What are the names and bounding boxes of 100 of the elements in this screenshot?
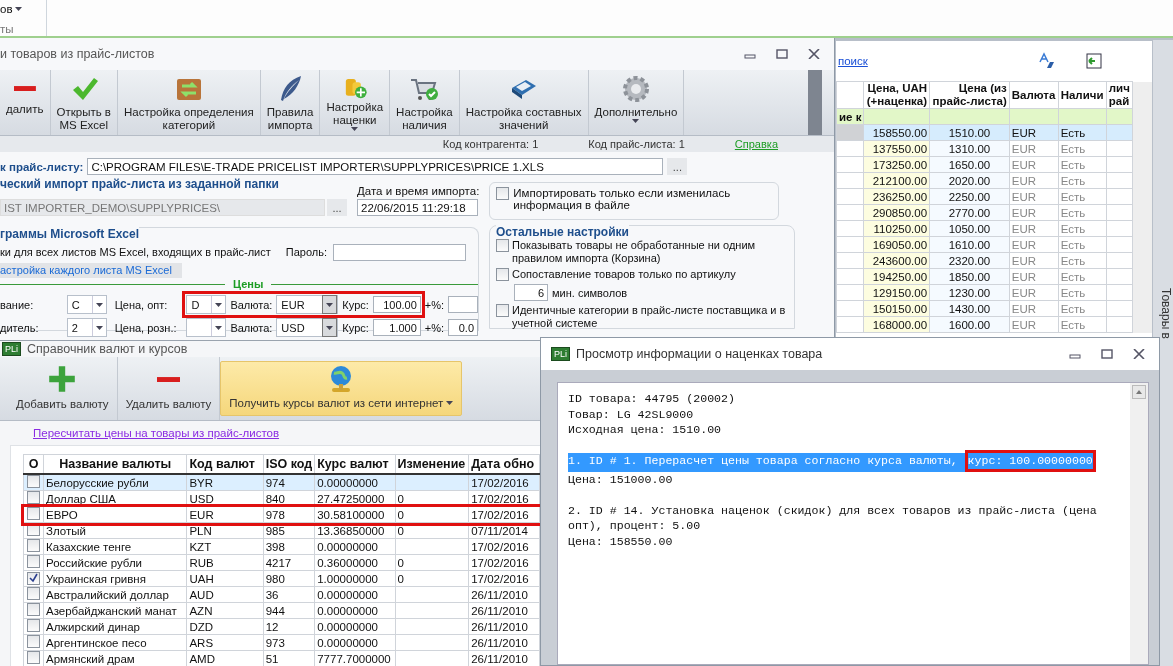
number-field[interactable]: 6 bbox=[514, 284, 548, 301]
browse-button[interactable]: ... bbox=[327, 199, 347, 216]
checkbox[interactable] bbox=[496, 187, 510, 200]
toolbar-button[interactable]: далить bbox=[0, 70, 51, 135]
currency-combo[interactable]: EUR bbox=[276, 295, 339, 314]
text-line: ID товара: 44795 (20002) bbox=[568, 391, 736, 407]
table-cell: ARS bbox=[186, 634, 264, 651]
table-cell: Есть bbox=[1058, 188, 1107, 205]
checkbox[interactable] bbox=[27, 619, 40, 632]
column-header[interactable]: Наличи bbox=[1058, 81, 1107, 109]
column-header[interactable]: Изменение bbox=[395, 454, 469, 474]
column-header[interactable]: Название валюты bbox=[43, 454, 187, 474]
close-icon[interactable] bbox=[808, 49, 820, 59]
checkbox[interactable] bbox=[27, 603, 40, 616]
column-header[interactable]: О bbox=[23, 454, 44, 474]
table-cell: 4217 bbox=[263, 554, 315, 571]
maximize-icon[interactable] bbox=[1101, 349, 1113, 359]
table-cell: Есть bbox=[1058, 172, 1107, 189]
highlighted-text: курс: 100.00000000 bbox=[964, 450, 1096, 472]
browse-button[interactable]: ... bbox=[667, 158, 688, 175]
percent-field[interactable]: 0.0 bbox=[448, 319, 478, 336]
checkbox[interactable] bbox=[496, 239, 509, 252]
toolbar-button[interactable]: Настройка наличия bbox=[390, 70, 460, 135]
checkbox[interactable] bbox=[496, 304, 509, 317]
table-cell: 0.36000000 bbox=[314, 554, 396, 571]
close-icon[interactable] bbox=[1133, 349, 1145, 359]
text-format-icon[interactable] bbox=[1037, 52, 1056, 70]
caret-icon bbox=[326, 302, 334, 307]
toolbar-button[interactable]: Настройка составных значений bbox=[459, 70, 589, 135]
text-line: Исходная цена: 1510.00 bbox=[568, 422, 723, 438]
password-field[interactable] bbox=[333, 243, 466, 261]
table-cell: 12 bbox=[263, 618, 315, 635]
filter-cell[interactable]: ие к bbox=[836, 108, 864, 125]
export-icon[interactable] bbox=[1085, 53, 1102, 69]
table-cell: EUR bbox=[1009, 300, 1059, 317]
checkbox[interactable] bbox=[27, 491, 40, 504]
toolbar-button[interactable]: Дополнительно bbox=[588, 70, 685, 135]
table-cell: EUR bbox=[1009, 188, 1059, 205]
table-cell: Есть bbox=[1058, 316, 1107, 333]
checkbox[interactable] bbox=[27, 555, 40, 568]
checkbox[interactable] bbox=[27, 635, 40, 648]
table-cell: 0.00000000 bbox=[314, 618, 396, 635]
column-header[interactable]: Цена, UAH (+наценка) bbox=[863, 81, 930, 109]
toolbar-button[interactable]: Настройка определения категорий bbox=[117, 70, 261, 135]
checkbox[interactable] bbox=[27, 539, 40, 552]
toolbar-button[interactable]: Открыть в MS Excel bbox=[50, 70, 118, 135]
date-field[interactable]: 22/06/2015 11:29:18 bbox=[357, 199, 478, 216]
currency-combo[interactable]: USD bbox=[276, 318, 339, 337]
rate-field[interactable]: 1.000 bbox=[372, 319, 421, 336]
checkbox[interactable] bbox=[27, 571, 40, 585]
ribbon-menu[interactable]: ов bbox=[0, 2, 46, 16]
table-cell: DZD bbox=[186, 618, 264, 635]
toolbar-button[interactable]: Добавить валюту bbox=[8, 357, 118, 420]
percent-field[interactable] bbox=[448, 296, 478, 313]
toolbar-button[interactable]: Настройка наценки bbox=[320, 70, 391, 135]
table-cell: EUR bbox=[1009, 316, 1059, 333]
search-link[interactable]: поиск bbox=[838, 55, 868, 67]
table-cell: Украинская гривня bbox=[43, 570, 187, 587]
minus-icon bbox=[13, 86, 36, 92]
toolbar-button[interactable]: Правила импорта bbox=[260, 70, 321, 135]
rate-field[interactable]: 100.00 bbox=[372, 296, 421, 313]
table-cell: 51 bbox=[263, 650, 315, 666]
caret-icon bbox=[215, 325, 223, 330]
sheet-settings-link[interactable]: астройка каждого листа MS Excel bbox=[0, 263, 182, 278]
checkbox[interactable] bbox=[496, 268, 509, 281]
column-header[interactable]: Валюта bbox=[1009, 81, 1059, 109]
table-cell: 26/11/2010 bbox=[468, 634, 540, 651]
path-field[interactable]: C:\PROGRAM FILES\E-TRADE PRICELIST IMPORTER\SUPPLYPRICES\PRICE 1.XLS bbox=[87, 158, 664, 175]
scroll-up-icon[interactable] bbox=[1132, 385, 1146, 399]
table-cell: KZT bbox=[186, 538, 264, 555]
checkbox[interactable] bbox=[27, 651, 40, 664]
field-label: +%: bbox=[424, 298, 445, 311]
minus-icon bbox=[156, 376, 181, 383]
table-cell: AZN bbox=[186, 602, 264, 619]
checkbox[interactable] bbox=[27, 587, 40, 600]
side-tab[interactable]: Товары в bbox=[1159, 288, 1173, 666]
column-header[interactable]: Цена (из прайс-листа) bbox=[929, 81, 1010, 109]
column-header[interactable]: лич рай bbox=[1106, 81, 1133, 109]
recalculate-link[interactable]: Пересчитать цены на товары из прайс-листов bbox=[0, 421, 540, 439]
checkbox[interactable] bbox=[27, 475, 40, 488]
column-header[interactable]: Дата обно bbox=[468, 454, 540, 474]
table-cell: EUR bbox=[1009, 156, 1059, 173]
group-title: граммы Microsoft Excel bbox=[0, 227, 140, 241]
table-cell: EUR bbox=[1009, 220, 1059, 237]
column-dropdown[interactable]: C bbox=[66, 295, 107, 314]
scrollbar[interactable] bbox=[1130, 383, 1148, 664]
section-heading: Цены bbox=[232, 278, 265, 290]
checkbox[interactable] bbox=[27, 507, 40, 520]
window-title: Справочник валют и курсов bbox=[27, 342, 188, 356]
toolbar-button[interactable]: Получить курсы валют из сети интернет bbox=[220, 361, 463, 416]
column-dropdown[interactable] bbox=[186, 318, 227, 337]
table-cell: Есть bbox=[1058, 268, 1107, 285]
table-cell: Есть bbox=[1058, 220, 1107, 237]
column-dropdown[interactable]: 2 bbox=[66, 318, 107, 337]
maximize-icon[interactable] bbox=[776, 49, 788, 59]
table-cell: EUR bbox=[1009, 268, 1059, 285]
column-header[interactable]: ISO код bbox=[263, 454, 315, 474]
column-header[interactable]: Код валют bbox=[186, 454, 264, 474]
column-header[interactable]: Курс валют bbox=[314, 454, 396, 474]
column-dropdown[interactable]: D bbox=[186, 295, 227, 314]
